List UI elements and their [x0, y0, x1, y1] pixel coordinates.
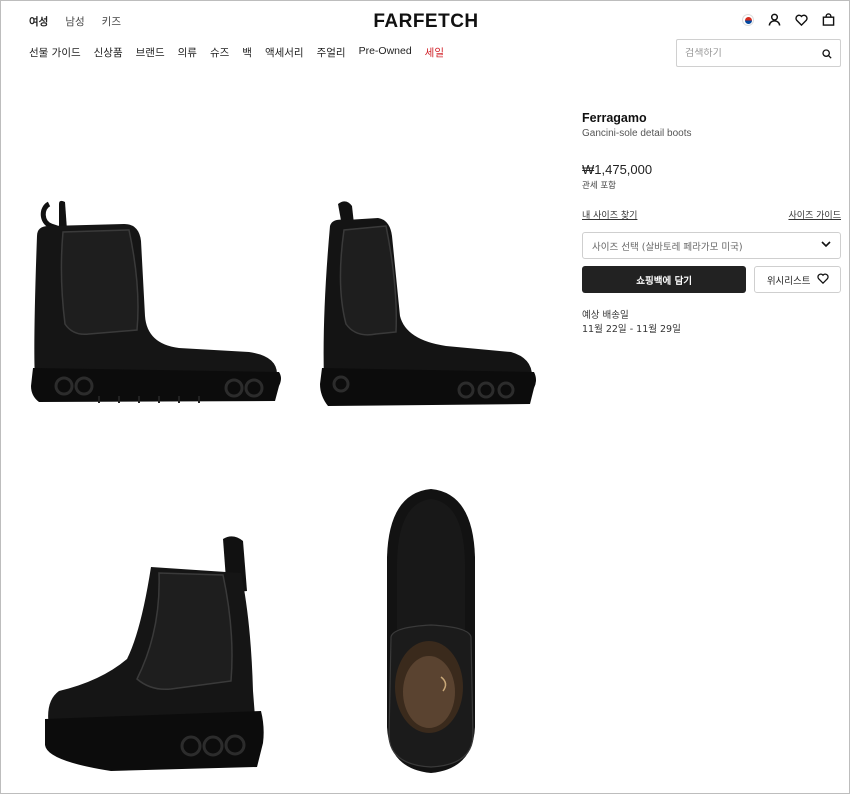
- nav-gift-guide[interactable]: 선물 가이드: [29, 45, 81, 60]
- account-icon[interactable]: [768, 13, 781, 26]
- wishlist-button[interactable]: 위시리스트: [754, 266, 841, 293]
- header-icons: [742, 13, 835, 26]
- shopping-bag-icon[interactable]: [822, 13, 835, 26]
- size-links: 내 사이즈 찾기 사이즈 가이드: [582, 208, 841, 221]
- product-image-top[interactable]: [381, 487, 481, 777]
- nav-jewelry[interactable]: 주얼리: [317, 45, 346, 60]
- delivery-estimate: 예상 배송일 11월 22일 - 11월 29일: [582, 309, 841, 337]
- chevron-down-icon: [821, 240, 831, 251]
- tax-note: 관세 포함: [582, 181, 616, 191]
- delivery-label: 예상 배송일: [582, 310, 629, 321]
- nav-brands[interactable]: 브랜드: [136, 45, 165, 60]
- nav-shoes[interactable]: 슈즈: [210, 45, 229, 60]
- product-image-back[interactable]: [41, 531, 266, 776]
- site-logo[interactable]: FARFETCH: [1, 11, 850, 33]
- product-info: Ferragamo Gancini-sole detail boots ₩1,4…: [582, 111, 841, 337]
- heart-icon[interactable]: [795, 14, 808, 26]
- product-brand[interactable]: Ferragamo: [582, 111, 841, 125]
- product-price: ₩1,475,000: [582, 162, 653, 177]
- search-input[interactable]: [685, 47, 810, 59]
- product-image-front[interactable]: [316, 196, 541, 411]
- search-icon[interactable]: [822, 44, 832, 63]
- product-image-side[interactable]: [29, 196, 284, 411]
- main-nav: 선물 가이드 신상품 브랜드 의류 슈즈 백 액세서리 주얼리 Pre-Owne…: [29, 45, 444, 60]
- action-buttons: 쇼핑백에 담기 위시리스트: [582, 266, 841, 293]
- nav-new-in[interactable]: 신상품: [94, 45, 123, 60]
- find-size-link[interactable]: 내 사이즈 찾기: [582, 208, 637, 221]
- product-name: Gancini-sole detail boots: [582, 128, 692, 139]
- nav-accessories[interactable]: 액세서리: [265, 45, 304, 60]
- heart-icon: [816, 273, 829, 287]
- add-to-bag-button[interactable]: 쇼핑백에 담기: [582, 266, 747, 293]
- size-select-label: 사이즈 선택 (살바토레 페라가모 미국): [592, 241, 743, 253]
- wishlist-label: 위시리스트: [766, 275, 811, 287]
- search-box: [676, 39, 841, 67]
- nav-bags[interactable]: 백: [242, 45, 252, 60]
- size-select[interactable]: 사이즈 선택 (살바토레 페라가모 미국): [582, 232, 841, 259]
- nav-pre-owned[interactable]: Pre-Owned: [359, 45, 412, 60]
- nav-sale[interactable]: 세일: [425, 45, 444, 60]
- korea-flag-icon[interactable]: [742, 13, 754, 26]
- delivery-dates: 11월 22일 - 11월 29일: [582, 324, 681, 335]
- size-guide-link[interactable]: 사이즈 가이드: [788, 208, 841, 221]
- nav-clothing[interactable]: 의류: [178, 45, 197, 60]
- top-bar: 여성 남성 키즈 FARFETCH: [1, 1, 850, 41]
